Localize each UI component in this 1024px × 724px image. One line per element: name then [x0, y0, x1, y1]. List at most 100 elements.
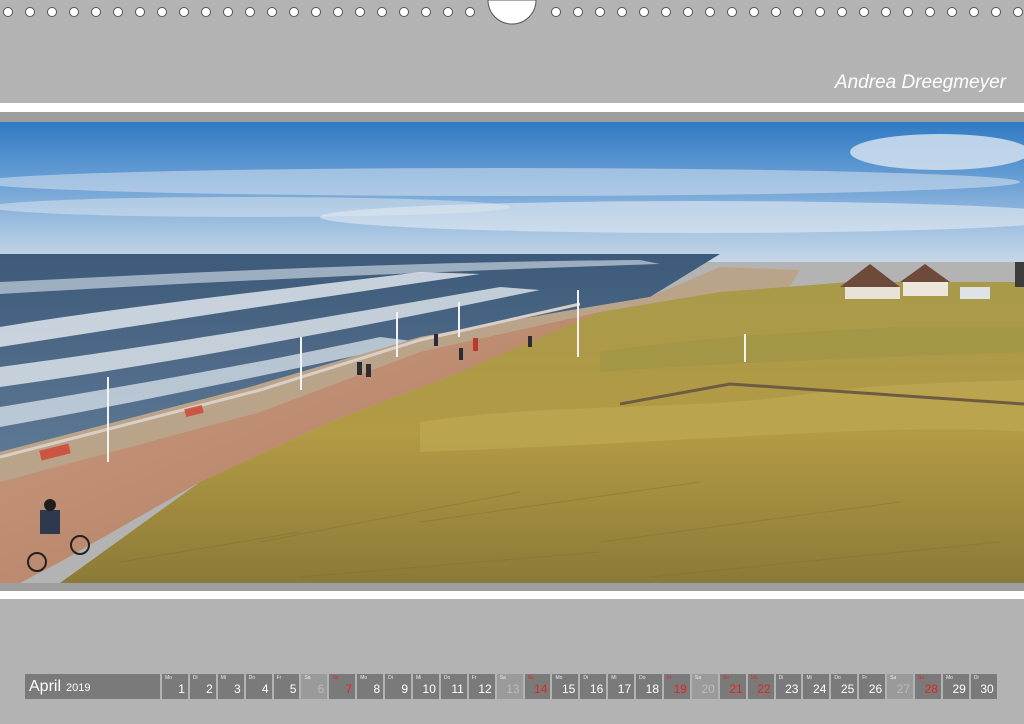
binding-hole — [639, 7, 649, 17]
weekday-abbr: So — [722, 675, 729, 681]
binding-hole — [267, 7, 277, 17]
calendar-day: Do 18 — [636, 674, 663, 699]
binding-hole — [947, 7, 957, 17]
calendar-day: Do 4 — [245, 674, 272, 699]
day-number: 27 — [896, 682, 911, 696]
binding-hole — [245, 7, 255, 17]
weekday-abbr: Mo — [555, 675, 563, 681]
day-number: 17 — [617, 682, 632, 696]
day-number: 14 — [534, 682, 548, 696]
bottom-rule-shadow — [0, 583, 1024, 591]
binding-hole — [815, 7, 825, 17]
month-name: April — [29, 677, 62, 695]
weekday-abbr: Do — [834, 675, 841, 681]
calendar-day: Di 2 — [189, 674, 216, 699]
top-rule-shadow — [0, 112, 1024, 122]
weekday-abbr: So — [527, 675, 534, 681]
binding-hole — [859, 7, 869, 17]
binding-hole — [443, 7, 453, 17]
weekday-abbr: Sa — [304, 675, 311, 681]
binding-hole — [201, 7, 211, 17]
day-number: 25 — [840, 682, 855, 696]
weekday-abbr: Mi — [806, 675, 812, 681]
binding-hole — [903, 7, 913, 17]
binding-hole — [991, 7, 1001, 17]
binding-hole — [421, 7, 431, 17]
day-number: 30 — [980, 682, 994, 696]
day-number: 23 — [785, 682, 799, 696]
day-number: 4 — [261, 682, 269, 696]
weekday-abbr: Fr — [667, 675, 672, 681]
binding-hole — [399, 7, 409, 17]
binding-hole — [617, 7, 627, 17]
day-number: 10 — [422, 682, 436, 696]
calendar-day: Mo 15 — [552, 674, 579, 699]
photographer-credit: Andrea Dreegmeyer — [834, 72, 1006, 93]
binding-hole — [837, 7, 847, 17]
calendar-day: So 21 — [719, 674, 746, 699]
binding-hole — [25, 7, 35, 17]
day-number: 5 — [289, 682, 297, 696]
calendar-day: So 7 — [329, 674, 356, 699]
weekday-abbr: Mi — [220, 675, 227, 681]
binding-hole — [289, 7, 299, 17]
binding-hole — [683, 7, 693, 17]
calendar-day: Sa 6 — [301, 674, 328, 699]
weekday-abbr: Mo — [945, 675, 953, 681]
calendar-day: Fr 26 — [859, 674, 886, 699]
weekday-abbr: Do — [443, 675, 451, 681]
binding-hole — [705, 7, 715, 17]
weekday-abbr: Mo — [750, 675, 758, 681]
day-number: 19 — [673, 682, 687, 696]
binding-hole — [749, 7, 759, 17]
day-number: 13 — [506, 682, 520, 696]
calendar-day: Fr 5 — [273, 674, 300, 699]
spiral-binding — [0, 0, 1024, 26]
binding-hole — [179, 7, 189, 17]
weekday-abbr: Di — [973, 675, 979, 681]
day-number: 11 — [451, 682, 464, 696]
binding-hole — [113, 7, 123, 17]
calendar-day: Mi 24 — [803, 674, 830, 699]
day-number: 6 — [317, 682, 325, 696]
binding-hole — [47, 7, 57, 17]
binding-hole — [925, 7, 935, 17]
calendar-day: Mo 8 — [357, 674, 384, 699]
calendar-day: Mi 3 — [217, 674, 244, 699]
day-number: 3 — [233, 682, 241, 696]
binding-hole — [661, 7, 671, 17]
weekday-abbr: Di — [388, 675, 393, 681]
weekday-abbr: So — [918, 675, 925, 681]
binding-hole — [727, 7, 737, 17]
calendar-day: Mo 29 — [942, 674, 969, 699]
binding-hole — [573, 7, 583, 17]
weekday-abbr: Di — [778, 675, 784, 681]
calendar-day: Fr 12 — [468, 674, 495, 699]
binding-hole — [465, 7, 475, 17]
calendar-day: Di 23 — [775, 674, 802, 699]
weekday-abbr: Di — [192, 675, 198, 681]
calendar-day: Sa 27 — [887, 674, 914, 699]
day-number: 29 — [952, 682, 966, 696]
calendar-day: Mo 1 — [162, 674, 188, 699]
calendar-day: Di 30 — [970, 674, 997, 699]
day-number: 16 — [589, 682, 604, 696]
binding-hole — [3, 7, 13, 17]
year: 2019 — [66, 682, 91, 694]
calendar-day: Do 11 — [440, 674, 467, 699]
weekday-abbr: Fr — [276, 675, 282, 681]
weekday-abbr: Do — [248, 675, 256, 681]
day-number: 1 — [178, 682, 185, 696]
day-number: 18 — [645, 682, 660, 696]
calendar-strip: April 2019 Mo 1 Di 2 Mi 3 Do 4 Fr 5 Sa 6 So 7 Mo 8 Di 9 Mi… — [25, 674, 997, 699]
weekday-abbr: Fr — [471, 675, 477, 681]
binding-hole — [551, 7, 561, 17]
weekday-abbr: Mi — [416, 675, 422, 681]
binding-hole — [311, 7, 321, 17]
day-number: 24 — [813, 682, 827, 696]
binding-hole — [1013, 7, 1023, 17]
weekday-abbr: Sa — [499, 675, 506, 681]
beach-promenade-photo — [0, 122, 1024, 583]
day-number: 7 — [345, 682, 353, 696]
calendar-day: Mi 17 — [608, 674, 635, 699]
